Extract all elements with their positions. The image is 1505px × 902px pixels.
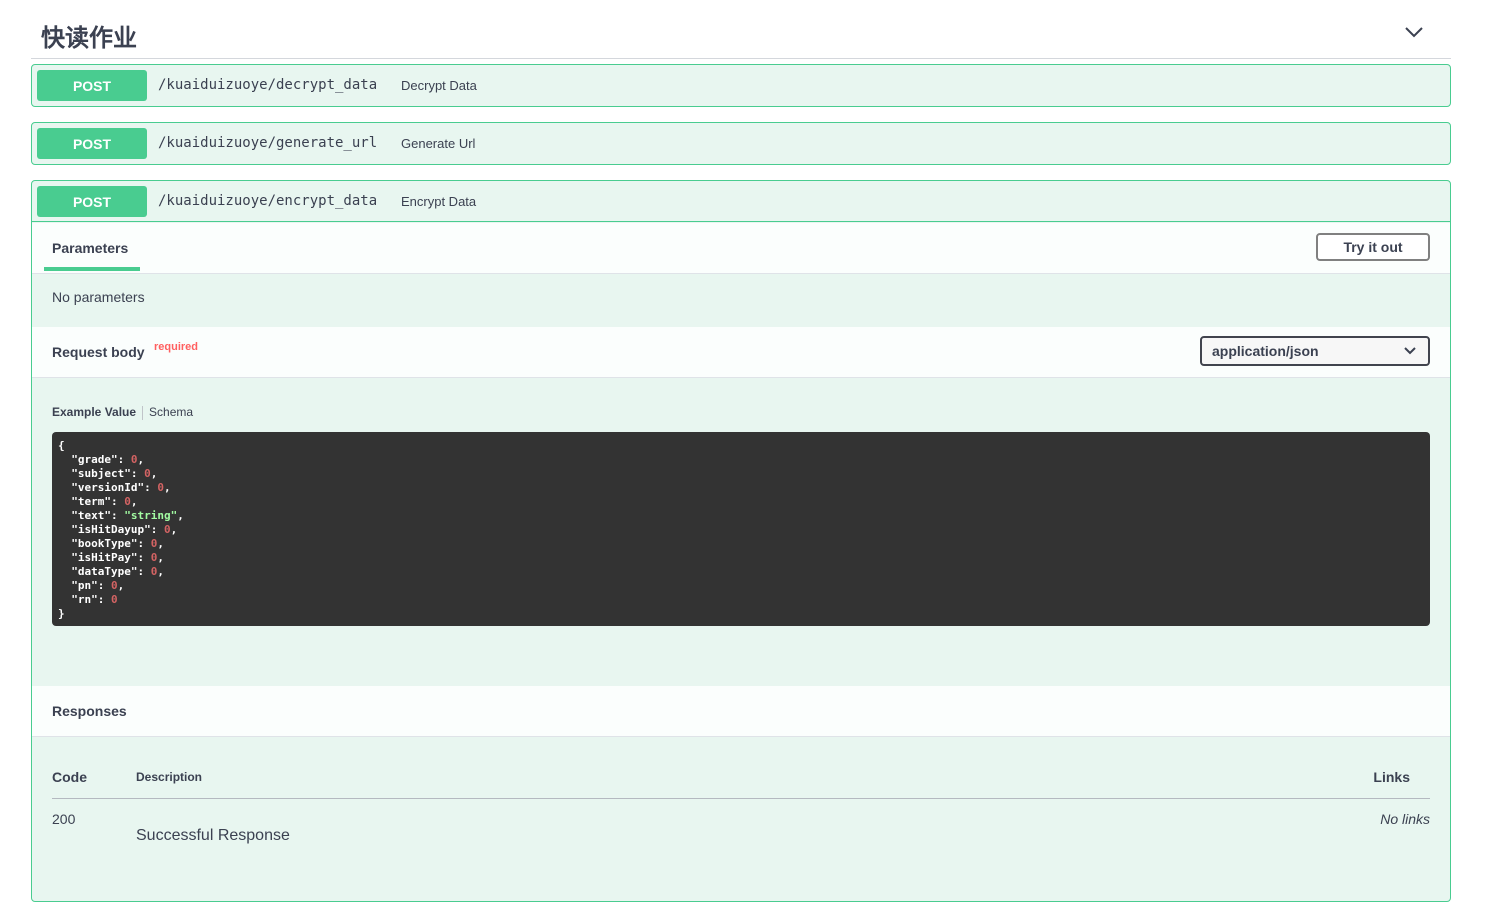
tab-parameters-label: Parameters: [52, 240, 129, 256]
json-value: 0: [163, 523, 171, 536]
json-value: 0: [130, 453, 138, 466]
json-value: "string": [124, 509, 178, 522]
example-json-code[interactable]: { "grade": 0, "subject": 0, "versionId":…: [52, 432, 1430, 626]
json-line: "subject": 0,: [58, 467, 158, 480]
opblock-encrypt-data: POST /kuaiduizuoye/encrypt_data Encrypt …: [31, 180, 1451, 902]
json-line: "rn": 0: [58, 593, 118, 606]
tab-example-value[interactable]: Example Value: [52, 405, 136, 419]
chevron-down-icon[interactable]: [1403, 22, 1425, 42]
tab-parameters[interactable]: Parameters: [44, 223, 140, 271]
request-body-label: Request body: [52, 344, 145, 360]
responses-label: Responses: [52, 703, 127, 719]
json-value: 0: [157, 481, 164, 494]
endpoint-path: /kuaiduizuoye/encrypt_data: [158, 193, 378, 209]
endpoint-summary: Decrypt Data: [401, 78, 477, 93]
json-line: "pn": 0,: [58, 579, 125, 592]
column-links: Links: [1373, 769, 1410, 785]
divider: [52, 798, 1430, 799]
json-line: "bookType": 0,: [58, 537, 164, 550]
json-value: 0: [150, 537, 158, 550]
column-description: Description: [136, 770, 203, 784]
parameters-header: Parameters Try it out: [32, 223, 1450, 274]
response-links: No links: [1380, 811, 1430, 827]
chevron-down-icon: [1404, 347, 1416, 355]
required-badge: required: [154, 341, 199, 353]
endpoint-summary: Generate Url: [401, 136, 476, 151]
opblock-summary[interactable]: POST /kuaiduizuoye/generate_url Generate…: [32, 123, 1450, 163]
column-code: Code: [52, 769, 87, 785]
example-tabs: Example Value Schema: [52, 405, 193, 420]
json-line: "dataType": 0,: [58, 565, 164, 578]
opblock-decrypt-data: POST /kuaiduizuoye/decrypt_data Decrypt …: [31, 64, 1451, 107]
opblock-summary[interactable]: POST /kuaiduizuoye/encrypt_data Encrypt …: [32, 181, 1450, 222]
responses-header: [32, 686, 1450, 737]
try-it-out-button[interactable]: Try it out: [1316, 233, 1430, 261]
json-value: 0: [110, 593, 118, 606]
json-line: "grade": 0,: [58, 453, 145, 466]
opblock-summary[interactable]: POST /kuaiduizuoye/decrypt_data Decrypt …: [32, 65, 1450, 105]
json-value: 0: [110, 579, 118, 592]
no-parameters-text: No parameters: [52, 289, 145, 305]
section-title: 快读作业: [41, 24, 137, 52]
endpoint-path: /kuaiduizuoye/decrypt_data: [158, 77, 378, 93]
json-value: 0: [150, 565, 158, 578]
json-value: 0: [150, 551, 158, 564]
tag-section-header[interactable]: 快读作业: [31, 0, 1451, 59]
tab-divider: [142, 405, 144, 420]
endpoint-summary: Encrypt Data: [401, 194, 477, 209]
json-line: "term": 0,: [58, 495, 138, 508]
method-badge: POST: [37, 128, 147, 159]
json-value: 0: [124, 495, 131, 508]
tab-schema[interactable]: Schema: [149, 405, 193, 419]
json-line: "isHitPay": 0,: [58, 551, 164, 564]
json-line: "isHitDayup": 0,: [58, 523, 178, 536]
json-value: 0: [144, 467, 151, 480]
json-line: "versionId": 0,: [58, 481, 171, 494]
opblock-generate-url: POST /kuaiduizuoye/generate_url Generate…: [31, 122, 1451, 165]
method-badge: POST: [37, 186, 147, 217]
method-badge: POST: [37, 70, 147, 101]
json-line: "text": "string",: [58, 509, 184, 522]
content-type-select[interactable]: application/json: [1200, 336, 1430, 366]
endpoint-path: /kuaiduizuoye/generate_url: [158, 135, 378, 151]
response-code: 200: [52, 811, 76, 827]
response-description: Successful Response: [136, 827, 290, 844]
content-type-value: application/json: [1212, 343, 1319, 359]
